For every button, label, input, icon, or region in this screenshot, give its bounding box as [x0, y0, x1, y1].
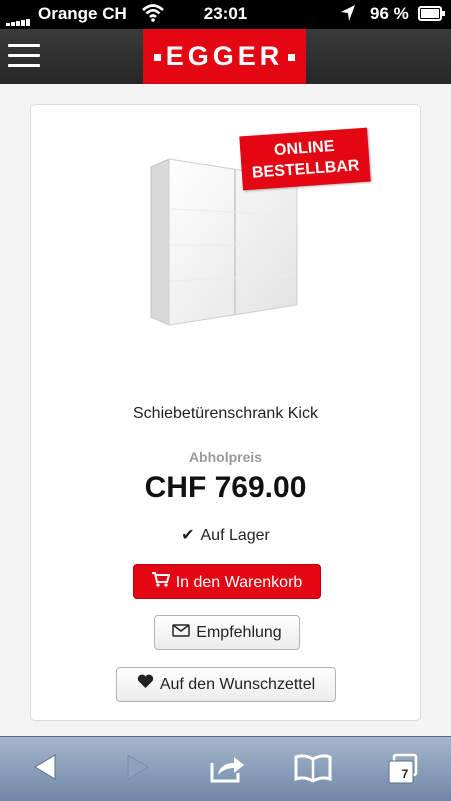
recommend-button[interactable]: Empfehlung [154, 615, 300, 650]
heart-icon [137, 668, 154, 701]
add-to-wishlist-button[interactable]: Auf den Wunschzettel [116, 667, 336, 702]
shopping-cart-icon [151, 565, 171, 600]
battery-percentage: 96 % [370, 4, 409, 23]
share-icon[interactable] [210, 753, 246, 788]
recommend-label: Empfehlung [196, 624, 282, 641]
envelope-icon [172, 616, 191, 649]
page-content: ONLINE BESTELLBAR Schiebetürenschrank Ki… [0, 84, 451, 736]
site-header: EGGER [0, 29, 451, 84]
status-bar: Orange CH 23:01 96 % [0, 0, 451, 29]
stock-status-label: Auf Lager [200, 527, 270, 544]
browser-toolbar: 7 [0, 736, 451, 801]
battery-icon [418, 6, 445, 21]
product-card: ONLINE BESTELLBAR Schiebetürenschrank Ki… [30, 104, 421, 721]
add-to-cart-button[interactable]: In den Warenkorb [133, 564, 321, 599]
add-to-cart-label: In den Warenkorb [175, 574, 303, 591]
egger-logo[interactable]: EGGER [143, 29, 306, 84]
bookmarks-icon[interactable] [294, 753, 332, 788]
online-orderable-badge: ONLINE BESTELLBAR [239, 127, 371, 191]
price-label: Abholpreis [188, 449, 263, 465]
hamburger-menu-icon[interactable] [8, 44, 40, 70]
logo-text: EGGER [165, 41, 284, 71]
stock-status: ✔ Auf Lager [31, 525, 420, 545]
open-tabs-count: 7 [401, 767, 409, 781]
checkmark-icon: ✔ [181, 527, 195, 544]
wishlist-label: Auf den Wunschzettel [159, 676, 316, 693]
forward-arrow-icon[interactable] [124, 753, 150, 786]
location-arrow-icon [340, 4, 356, 27]
product-title[interactable]: Schiebetürenschrank Kick [31, 405, 420, 423]
back-arrow-icon[interactable] [33, 753, 59, 786]
product-price: CHF 769.00 [144, 471, 307, 504]
